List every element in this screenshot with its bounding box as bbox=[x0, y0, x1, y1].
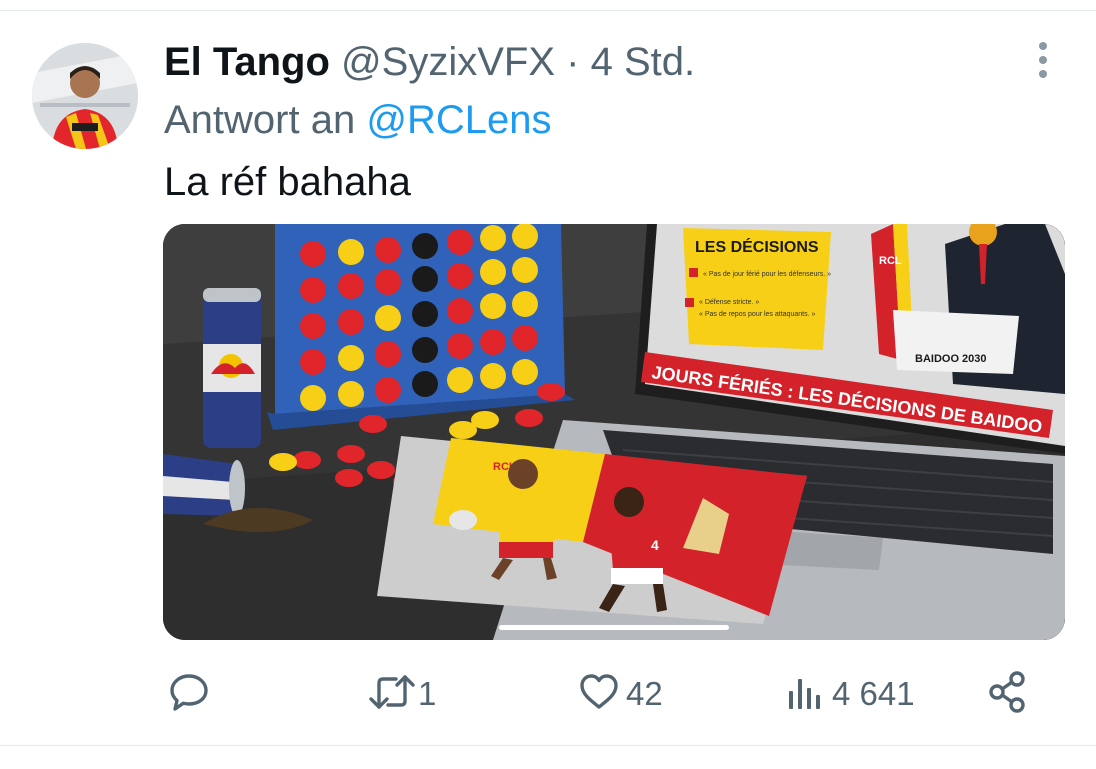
tweet-header: El Tango @SyzixVFX · 4 Std. bbox=[164, 38, 695, 86]
like-count: 42 bbox=[626, 675, 663, 712]
tweet-text: La réf bahaha bbox=[164, 160, 411, 204]
avatar[interactable] bbox=[32, 43, 138, 149]
comment-icon bbox=[168, 671, 210, 718]
retweet-button[interactable]: 1 bbox=[368, 664, 436, 724]
panel-item-2: « Défense stricte. » bbox=[699, 299, 759, 306]
bar-chart-icon bbox=[786, 671, 826, 718]
timestamp[interactable]: 4 Std. bbox=[591, 40, 696, 84]
panel-item-1: « Pas de jour férié pour les défenseurs.… bbox=[703, 271, 831, 278]
reply-context: Antwort an @RCLens bbox=[164, 96, 551, 144]
share-icon bbox=[986, 670, 1030, 719]
tweet-image[interactable]: LES DÉCISIONS « Pas de jour férié pour l… bbox=[163, 224, 1065, 640]
panel-item-3: « Pas de repos pour les attaquants. » bbox=[699, 311, 815, 318]
retweet-icon bbox=[368, 671, 416, 718]
share-button[interactable] bbox=[986, 664, 1030, 724]
bottom-divider bbox=[0, 745, 1096, 746]
handle[interactable]: @SyzixVFX bbox=[341, 40, 555, 84]
retweet-count: 1 bbox=[418, 675, 437, 712]
media-progress-indicator[interactable] bbox=[499, 625, 729, 630]
flag-label: RCL bbox=[879, 255, 902, 267]
heart-icon bbox=[578, 671, 620, 718]
panel-title: LES DÉCISIONS bbox=[695, 237, 819, 256]
more-options-icon[interactable] bbox=[1026, 40, 1060, 80]
tweet-actions: 1 42 4 641 bbox=[160, 664, 1040, 724]
views-count: 4 641 bbox=[832, 675, 915, 712]
views-button[interactable]: 4 641 bbox=[786, 664, 915, 724]
drink-can bbox=[203, 288, 261, 448]
top-divider bbox=[0, 10, 1096, 11]
display-name[interactable]: El Tango bbox=[164, 40, 330, 84]
reply-mention-link[interactable]: @RCLens bbox=[366, 98, 551, 142]
podium-label: BAIDOO 2030 bbox=[915, 353, 987, 365]
like-button[interactable]: 42 bbox=[578, 664, 663, 724]
reply-button[interactable] bbox=[168, 664, 210, 724]
separator: · bbox=[566, 40, 580, 84]
player-number: 4 bbox=[651, 537, 659, 553]
reply-prefix: Antwort an bbox=[164, 98, 356, 142]
